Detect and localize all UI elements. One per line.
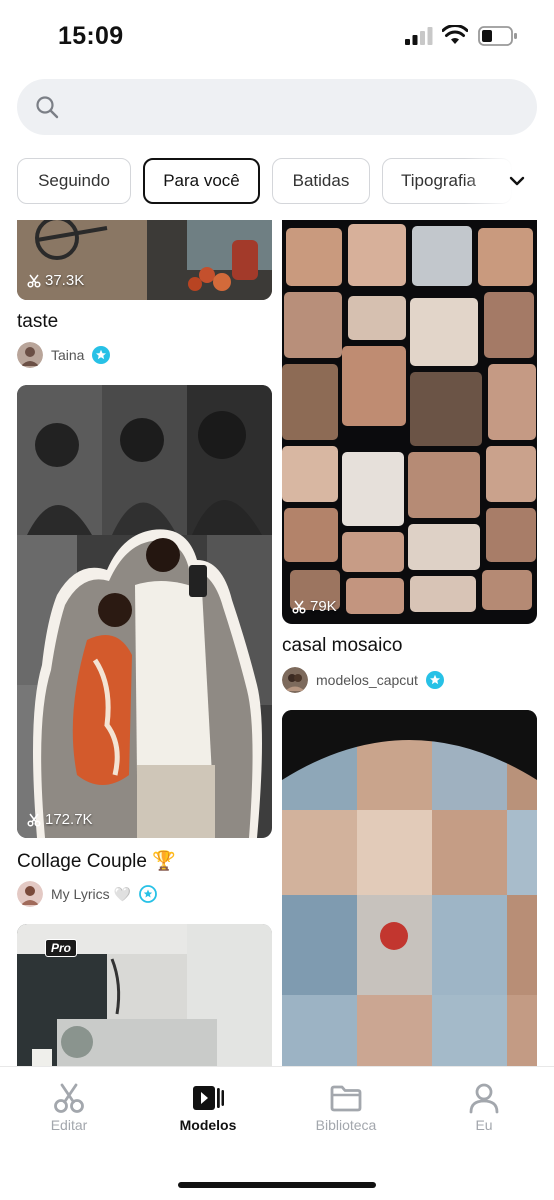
tab-biblioteca[interactable]: Biblioteca <box>296 1081 396 1133</box>
bottom-tab-bar: Editar Modelos Biblioteca Eu <box>0 1066 554 1200</box>
template-thumbnail-collage-couple[interactable]: 172.7K <box>17 385 272 838</box>
signal-icon <box>405 27 433 45</box>
verified-icon <box>92 346 111 364</box>
author-name: My Lyrics 🤍 <box>51 885 131 902</box>
uses-count-label: 172.7K <box>45 811 93 828</box>
search-icon <box>36 96 59 119</box>
category-chips: Seguindo Para você Batidas Tipografia <box>17 158 554 204</box>
folder-icon <box>330 1085 362 1112</box>
status-time: 15:09 <box>58 22 124 50</box>
verified-outline-icon <box>139 885 157 903</box>
uses-count-casal-mosaico: 79K <box>292 598 337 615</box>
uses-count-label: 79K <box>310 598 337 615</box>
template-thumbnail-casal-mosaico[interactable]: 79K <box>282 220 537 624</box>
template-thumbnail-taste[interactable]: 37.3K <box>17 220 272 300</box>
chip-seguindo[interactable]: Seguindo <box>17 158 131 204</box>
author-name: modelos_capcut <box>316 672 418 688</box>
tab-modelos[interactable]: Modelos <box>158 1081 258 1133</box>
pro-badge: Pro <box>45 939 78 957</box>
templates-icon <box>193 1086 224 1110</box>
uses-count-label: 37.3K <box>45 272 85 289</box>
scissors-icon <box>27 813 41 827</box>
tab-label: Eu <box>475 1117 493 1133</box>
scissors-icon <box>292 600 306 614</box>
author-row-casal-mosaico[interactable]: modelos_capcut <box>282 667 444 693</box>
verified-icon <box>425 671 444 689</box>
tab-label: Modelos <box>179 1117 237 1133</box>
chip-batidas[interactable]: Batidas <box>272 158 370 204</box>
template-title-collage-couple[interactable]: Collage Couple 🏆 <box>17 849 176 873</box>
author-row-taste[interactable]: Taina <box>17 342 111 368</box>
tab-label: Biblioteca <box>315 1117 377 1133</box>
search-input[interactable] <box>17 79 537 135</box>
template-thumbnail-pro[interactable]: Pro <box>17 924 272 1066</box>
home-indicator[interactable] <box>178 1182 376 1188</box>
author-row-collage-couple[interactable]: My Lyrics 🤍 <box>17 881 157 907</box>
scissors-icon <box>54 1083 84 1113</box>
uses-count-taste: 37.3K <box>27 272 84 289</box>
template-thumbnail-mosaic-sphere[interactable] <box>282 710 537 1066</box>
casal-mosaico-preview-image <box>282 220 537 624</box>
battery-icon <box>478 26 517 46</box>
tab-editar[interactable]: Editar <box>19 1081 119 1133</box>
avatar <box>17 881 43 907</box>
collage-couple-preview-image <box>17 385 272 838</box>
person-icon <box>469 1083 499 1114</box>
avatar <box>17 342 43 368</box>
chip-para-voce[interactable]: Para você <box>143 158 260 204</box>
scissors-icon <box>27 274 41 288</box>
template-feed: 37.3K taste Taina 172.7K Collage Couple … <box>0 220 554 1066</box>
chevron-down-icon[interactable] <box>508 172 526 190</box>
uses-count-collage-couple: 172.7K <box>27 811 93 828</box>
tab-label: Editar <box>50 1117 88 1133</box>
author-name: Taina <box>51 347 85 363</box>
wifi-icon <box>442 25 468 44</box>
template-title-casal-mosaico[interactable]: casal mosaico <box>282 635 402 657</box>
mosaic-sphere-preview-image <box>282 710 537 1066</box>
template-title-taste[interactable]: taste <box>17 311 58 333</box>
status-bar: 15:09 <box>0 0 554 70</box>
tab-eu[interactable]: Eu <box>434 1081 534 1133</box>
avatar <box>282 667 308 693</box>
